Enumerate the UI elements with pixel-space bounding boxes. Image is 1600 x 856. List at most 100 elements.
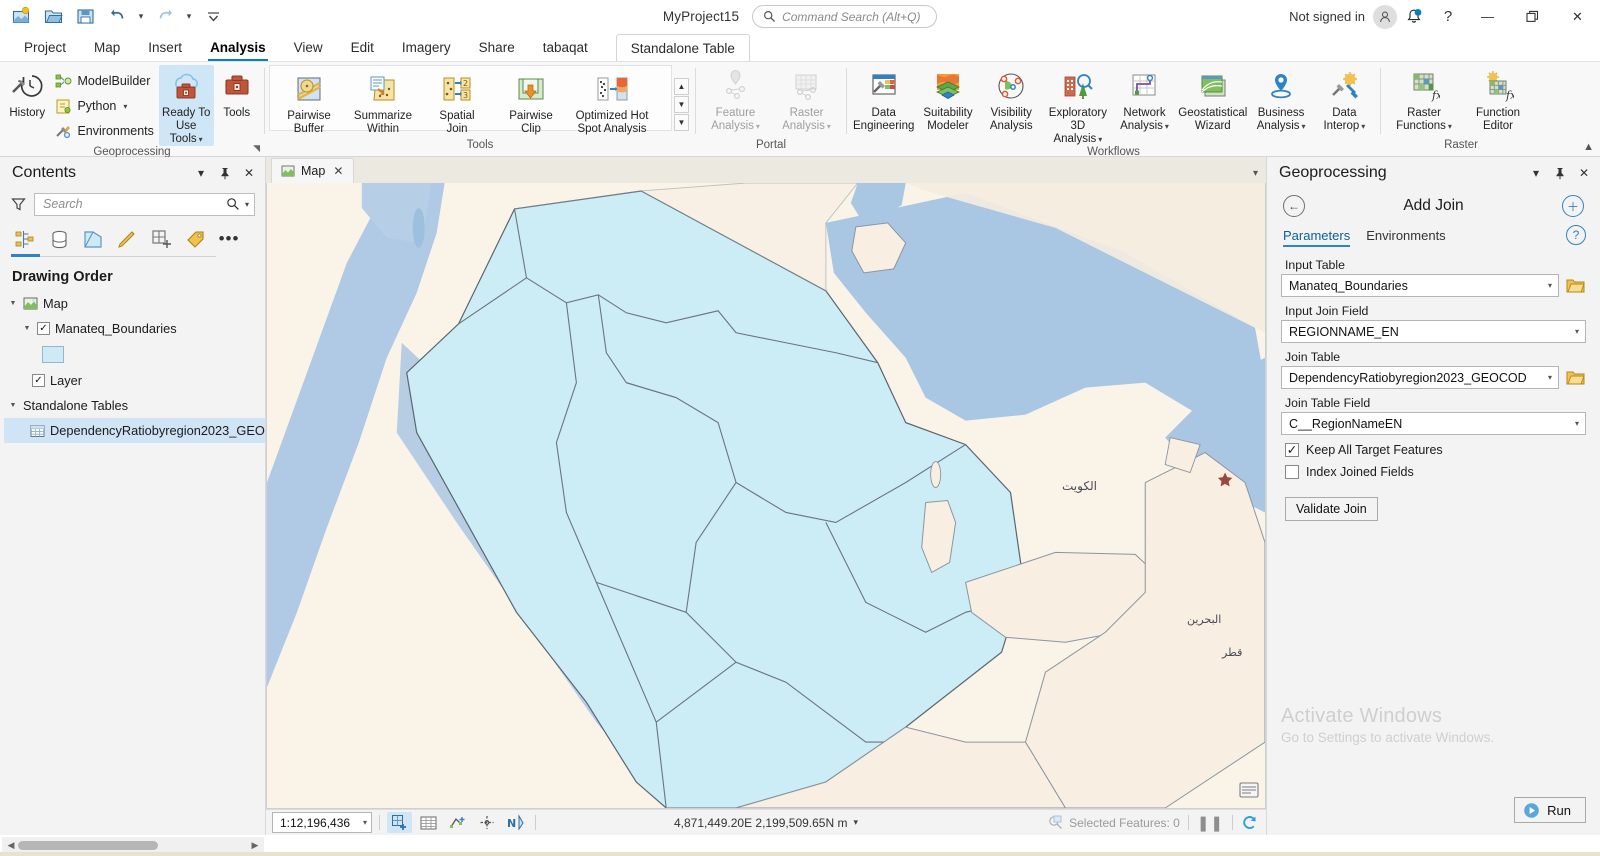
- customize-quick-access-icon[interactable]: [198, 3, 228, 31]
- feature-analysis-button[interactable]: Feature Analysis ▾: [700, 65, 771, 133]
- geoprocessing-pin-icon[interactable]: [1550, 162, 1570, 184]
- polygon-symbol-swatch[interactable]: [42, 346, 64, 363]
- contents-menu-icon[interactable]: ▾: [191, 162, 211, 184]
- explore-icon[interactable]: [474, 812, 499, 833]
- data-engineering-button[interactable]: Data Engineering: [851, 65, 916, 133]
- join-table-field-input[interactable]: C__RegionNameEN ▾: [1281, 412, 1586, 435]
- undo-dropdown-icon[interactable]: ▾: [134, 3, 148, 31]
- north-arrow-icon[interactable]: N: [503, 812, 528, 833]
- raster-functions-button[interactable]: fx RasterFunctions▾: [1387, 65, 1461, 133]
- visibility-analysis-button[interactable]: Visibility Analysis: [980, 65, 1043, 133]
- add-tool-icon[interactable]: ＋: [1562, 195, 1584, 217]
- raster-analysis-button[interactable]: Raster Analysis ▾: [771, 65, 842, 133]
- scroll-right-icon[interactable]: ▶: [249, 840, 261, 851]
- selection-tool-icon[interactable]: [387, 812, 412, 833]
- geoprocessing-dialog-launcher-icon[interactable]: ◥: [253, 143, 260, 154]
- new-project-icon[interactable]: [6, 3, 36, 31]
- measure-icon[interactable]: [445, 812, 470, 833]
- window-minimize-button[interactable]: —: [1465, 0, 1510, 33]
- index-joined-fields-checkbox[interactable]: Index Joined Fields: [1285, 465, 1586, 479]
- exploratory-3d-dropdown-icon[interactable]: ▾: [1098, 135, 1102, 144]
- search-options-dropdown-icon[interactable]: ▾: [243, 200, 249, 209]
- business-analysis-button[interactable]: Business Analysis ▾: [1250, 65, 1313, 133]
- scrollbar-thumb[interactable]: [18, 841, 158, 850]
- function-editor-button[interactable]: fx FunctionEditor: [1461, 65, 1535, 133]
- spatial-join-button[interactable]: 2 3 Spatial Join: [420, 68, 494, 136]
- network-analysis-dropdown-icon[interactable]: ▾: [1165, 122, 1169, 131]
- list-by-labeling-icon[interactable]: [180, 225, 210, 253]
- search-icon[interactable]: [226, 197, 240, 211]
- layer-visibility-checkbox[interactable]: ✓: [37, 322, 50, 335]
- list-by-selection-icon[interactable]: [78, 225, 108, 253]
- input-table-dropdown-icon[interactable]: ▾: [1545, 281, 1555, 290]
- refresh-icon[interactable]: [1241, 815, 1258, 831]
- geoprocessing-close-icon[interactable]: ✕: [1574, 162, 1594, 184]
- help-icon[interactable]: ?: [1431, 2, 1465, 32]
- map-scale-combo[interactable]: 1:12,196,436 ▾: [272, 812, 372, 833]
- ribbon-tab-edit[interactable]: Edit: [337, 35, 388, 61]
- toc-item-dependency-ratio-table[interactable]: DependencyRatiobyregion2023_GEOC: [4, 418, 265, 443]
- ribbon-collapse-icon[interactable]: ▲: [1583, 141, 1594, 153]
- history-button[interactable]: History: [4, 65, 50, 120]
- help-icon[interactable]: ?: [1566, 225, 1586, 245]
- optimized-hot-spot-analysis-button[interactable]: Optimized Hot Spot Analysis: [568, 68, 656, 136]
- window-close-button[interactable]: ✕: [1555, 0, 1600, 33]
- geoprocessing-menu-icon[interactable]: ▾: [1526, 162, 1546, 184]
- input-join-field-input[interactable]: REGIONNAME_EN ▾: [1281, 320, 1586, 343]
- ribbon-tab-analysis[interactable]: Analysis: [196, 35, 280, 61]
- list-by-data-source-icon[interactable]: [44, 225, 74, 253]
- join-table-dropdown-icon[interactable]: ▾: [1545, 373, 1555, 382]
- redo-dropdown-icon[interactable]: ▾: [182, 3, 196, 31]
- map-tab-overflow-icon[interactable]: ▾: [1253, 168, 1258, 179]
- filter-icon[interactable]: [8, 197, 28, 212]
- data-interop-button[interactable]: Data Interop ▾: [1313, 65, 1376, 133]
- expand-triangle-icon[interactable]: ▼: [8, 402, 18, 409]
- map-canvas[interactable]: الكويت البحرين قطر الإمارات العربية المت…: [266, 183, 1266, 809]
- tools-gallery-scroll-up[interactable]: ▲: [674, 77, 689, 95]
- summarize-within-button[interactable]: Summarize Within: [346, 68, 420, 136]
- run-button[interactable]: Run: [1514, 797, 1586, 823]
- ribbon-tab-map[interactable]: Map: [80, 35, 134, 61]
- toc-item-layer[interactable]: ✓ Layer: [0, 368, 265, 393]
- pairwise-buffer-button[interactable]: Pairwise Buffer: [272, 68, 346, 136]
- tab-parameters[interactable]: Parameters: [1283, 228, 1351, 247]
- toc-item-map[interactable]: ▼ Map: [0, 291, 265, 316]
- open-project-icon[interactable]: [38, 3, 68, 31]
- tools-button[interactable]: Tools: [214, 65, 260, 120]
- list-by-editing-icon[interactable]: [112, 225, 142, 253]
- input-table-input[interactable]: Manateq_Boundaries ▾: [1281, 274, 1559, 297]
- contents-close-icon[interactable]: ✕: [239, 162, 259, 184]
- toc-item-standalone-tables[interactable]: ▼ Standalone Tables: [0, 393, 265, 418]
- feature-analysis-dropdown-icon[interactable]: ▾: [756, 122, 760, 131]
- attribute-table-icon[interactable]: [416, 812, 441, 833]
- map-scale-dropdown-icon[interactable]: ▾: [363, 818, 367, 827]
- raster-functions-dropdown-icon[interactable]: ▾: [1448, 122, 1452, 131]
- pairwise-clip-button[interactable]: Pairwise Clip: [494, 68, 568, 136]
- window-restore-button[interactable]: [1510, 0, 1555, 33]
- environments-button[interactable]: Environments: [50, 119, 158, 143]
- suitability-modeler-button[interactable]: Suitability Modeler: [916, 65, 979, 133]
- data-interop-dropdown-icon[interactable]: ▾: [1361, 122, 1365, 131]
- tools-gallery-expand[interactable]: ▼: [674, 113, 689, 131]
- network-analysis-button[interactable]: Network Analysis ▾: [1113, 65, 1176, 133]
- more-options-icon[interactable]: •••: [214, 225, 244, 253]
- join-table-input[interactable]: DependencyRatiobyregion2023_GEOCOD ▾: [1281, 366, 1559, 389]
- map-tab-close-icon[interactable]: ✕: [331, 164, 345, 178]
- account-avatar-icon[interactable]: [1373, 4, 1397, 29]
- save-project-icon[interactable]: [70, 3, 100, 31]
- list-by-drawing-order-icon[interactable]: [10, 225, 40, 253]
- tab-environments[interactable]: Environments: [1366, 228, 1445, 247]
- exploratory-3d-analysis-button[interactable]: Exploratory 3D Analysis ▾: [1043, 65, 1113, 146]
- geostatistical-wizard-button[interactable]: Geostatistical Wizard: [1176, 65, 1249, 133]
- python-button[interactable]: Python ▾: [50, 94, 158, 118]
- expand-triangle-icon[interactable]: ▼: [22, 325, 32, 332]
- scroll-left-icon[interactable]: ◀: [5, 840, 17, 851]
- coordinates-dropdown-icon[interactable]: ▾: [853, 817, 858, 828]
- ready-to-use-tools-button[interactable]: Ready To Use Tools ▾: [158, 65, 214, 146]
- python-dropdown-icon[interactable]: ▾: [123, 102, 127, 111]
- ribbon-tab-imagery[interactable]: Imagery: [388, 35, 465, 61]
- join-table-browse-icon[interactable]: [1564, 367, 1586, 389]
- ribbon-tab-project[interactable]: Project: [10, 35, 80, 61]
- redo-icon[interactable]: [150, 3, 180, 31]
- contents-pin-icon[interactable]: [215, 162, 235, 184]
